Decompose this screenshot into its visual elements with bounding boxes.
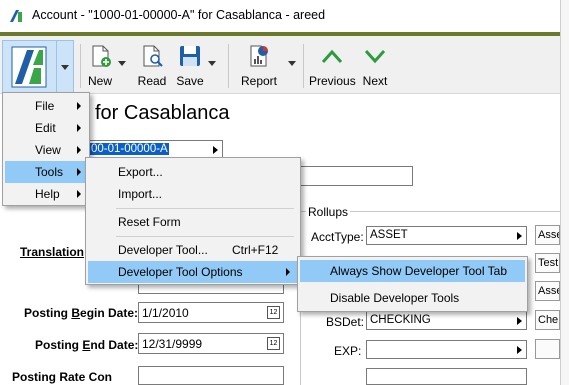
toolbar-separator	[303, 44, 304, 88]
menu-item-disable-dev-tools[interactable]: Disable Developer Tools	[300, 287, 525, 309]
read-label: Read	[137, 74, 167, 88]
menu-item-edit[interactable]: Edit	[5, 117, 87, 139]
new-button[interactable]: New	[84, 40, 116, 88]
window-border	[560, 0, 561, 385]
developer-options-menu: Always Show Developer Tool Tab Disable D…	[297, 256, 528, 312]
menu-item-view[interactable]: View	[5, 139, 87, 161]
side-button-2[interactable]: Test	[535, 253, 560, 273]
translation-label: Translation	[20, 245, 85, 259]
report-button[interactable]: Report	[238, 40, 280, 88]
side-button-3[interactable]: Asse	[535, 281, 560, 301]
account-combo-value: 00-01-00000-A	[90, 143, 169, 155]
toolbar-separator	[228, 44, 229, 88]
chevron-down-icon	[208, 61, 216, 66]
menu-separator	[116, 208, 294, 209]
report-dropdown[interactable]	[288, 61, 296, 66]
app-menu-dropdown[interactable]	[57, 40, 74, 94]
chevron-down-icon	[118, 61, 126, 66]
menu-item-developer-tool-options[interactable]: Developer Tool Options	[88, 261, 298, 283]
posting-begin-label: Posting Begin Date:	[24, 306, 139, 320]
report-label: Report	[240, 74, 278, 88]
posting-begin-field[interactable]: 1/1/2010 12	[138, 302, 284, 323]
chevron-right-icon	[77, 190, 81, 198]
save-button[interactable]: Save	[174, 40, 206, 88]
chevron-right-icon	[517, 346, 522, 354]
window-edge	[560, 0, 569, 385]
side-button-5[interactable]	[535, 339, 560, 359]
tools-menu: Export... Import... Reset Form Developer…	[85, 157, 301, 285]
side-button-1[interactable]: Asse	[535, 225, 560, 245]
posting-end-field[interactable]: 12/31/9999 12	[138, 333, 284, 354]
chevron-right-icon	[77, 124, 81, 132]
posting-end-label: Posting End Date:	[35, 338, 139, 352]
chevron-down-icon	[288, 61, 296, 66]
accttype-label: AcctType:	[311, 230, 364, 244]
chevron-down-icon	[61, 65, 69, 70]
app-menu-button[interactable]	[2, 40, 57, 94]
bsdet-label: BSDet:	[326, 315, 365, 329]
page-title: for Casablanca	[95, 102, 230, 124]
save-dropdown[interactable]	[208, 61, 216, 66]
bsdet-combo[interactable]: CHECKING	[366, 311, 527, 330]
menu-item-tools[interactable]: Tools	[5, 161, 87, 183]
new-label: New	[87, 74, 112, 88]
menu-item-export[interactable]: Export...	[88, 161, 298, 183]
chevron-right-icon	[517, 317, 522, 325]
chevron-right-icon	[77, 102, 81, 110]
chevron-right-icon	[286, 268, 290, 276]
menu-item-help[interactable]: Help	[5, 183, 87, 205]
app-icon	[8, 8, 24, 24]
app-menu: File Edit View Tools Help	[2, 92, 90, 206]
posting-rate-label: Posting Rate Con	[12, 370, 113, 384]
previous-button[interactable]: Previous	[309, 40, 356, 88]
calendar-icon[interactable]: 12	[267, 306, 280, 319]
calendar-icon[interactable]: 12	[267, 337, 280, 350]
report-icon	[250, 45, 268, 67]
next-label: Next	[362, 74, 388, 88]
menu-separator	[116, 236, 294, 237]
rollups-title: Rollups	[306, 205, 351, 219]
description-field[interactable]	[296, 166, 413, 186]
chevron-down-icon	[364, 49, 386, 64]
shortcut-label: Ctrl+F12	[232, 243, 279, 257]
app-logo-icon	[11, 46, 47, 88]
toolbar-separator	[80, 44, 81, 88]
chevron-up-icon	[321, 49, 343, 64]
save-label: Save	[176, 74, 204, 88]
window-title: Account - "1000-01-00000-A" for Casablan…	[32, 8, 326, 22]
posting-rate-field[interactable]	[138, 366, 284, 385]
previous-label: Previous	[309, 74, 356, 88]
menu-item-import[interactable]: Import...	[88, 183, 298, 205]
new-dropdown[interactable]	[118, 61, 126, 66]
menu-item-developer-tool[interactable]: Developer Tool... Ctrl+F12	[88, 239, 298, 261]
rollup-combo-5[interactable]	[366, 368, 527, 385]
new-document-icon	[92, 45, 111, 67]
save-disk-icon	[180, 46, 200, 66]
accttype-combo[interactable]: ASSET	[366, 226, 527, 245]
menu-item-file[interactable]: File	[5, 95, 87, 117]
menu-item-reset-form[interactable]: Reset Form	[88, 211, 298, 233]
read-document-icon	[143, 45, 163, 67]
next-button[interactable]: Next	[358, 40, 392, 88]
exp-combo[interactable]	[366, 340, 527, 359]
chevron-right-icon	[77, 168, 81, 176]
menu-item-always-show-dev-tab[interactable]: Always Show Developer Tool Tab	[300, 260, 525, 282]
side-button-4[interactable]: Che	[535, 310, 560, 330]
read-button[interactable]: Read	[135, 40, 169, 88]
chevron-right-icon	[77, 146, 81, 154]
chevron-right-icon	[213, 146, 218, 154]
chevron-right-icon	[517, 232, 522, 240]
exp-label: EXP:	[334, 344, 362, 358]
